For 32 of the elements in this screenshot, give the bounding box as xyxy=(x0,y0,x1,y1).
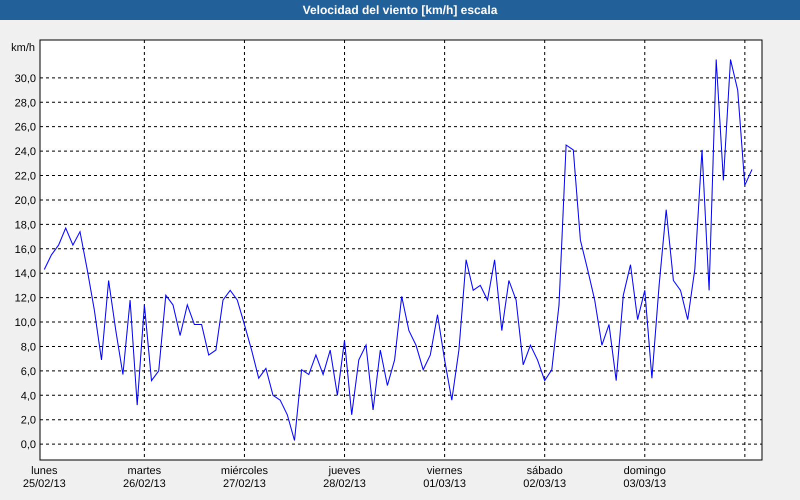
y-tick-label: 26,0 xyxy=(14,122,36,134)
day-label: viernes xyxy=(426,465,462,477)
y-tick-label: 10,0 xyxy=(14,317,36,330)
day-label: lunes xyxy=(31,465,58,477)
y-tick-label: 6,0 xyxy=(20,366,36,378)
y-tick-label: 28,0 xyxy=(14,97,36,110)
date-label: 26/02/13 xyxy=(122,478,166,490)
date-label: 01/03/13 xyxy=(423,478,466,490)
date-label: 27/02/13 xyxy=(223,478,266,490)
y-tick-label: 30,0 xyxy=(14,72,36,85)
day-label: miércoles xyxy=(220,465,268,477)
y-tick-label: 12,0 xyxy=(14,292,36,305)
y-tick-label: 20,0 xyxy=(14,194,36,207)
y-tick-label: 16,0 xyxy=(14,244,36,256)
y-tick-label: 24,0 xyxy=(14,146,36,158)
window-title: Velocidad del viento [km/h] escala xyxy=(302,3,498,17)
y-tick-label: 0,0 xyxy=(20,439,36,452)
day-label: martes xyxy=(128,465,162,477)
y-tick-label: 18,0 xyxy=(14,219,36,232)
y-tick-label: 22,0 xyxy=(14,170,36,183)
day-label: domingo xyxy=(624,465,666,477)
y-tick-label: 14,0 xyxy=(14,268,36,280)
date-label: 25/02/13 xyxy=(22,478,66,490)
y-axis-unit: km/h xyxy=(11,42,35,54)
y-tick-label: 2,0 xyxy=(20,414,36,427)
day-label: jueves xyxy=(328,465,360,477)
y-tick-label: 8,0 xyxy=(20,341,36,354)
day-label: sábado xyxy=(526,465,563,477)
y-tick-label: 4,0 xyxy=(20,390,36,402)
date-label: 02/03/13 xyxy=(523,478,566,490)
date-label: 03/03/13 xyxy=(623,478,666,490)
date-label: 28/02/13 xyxy=(323,478,366,490)
